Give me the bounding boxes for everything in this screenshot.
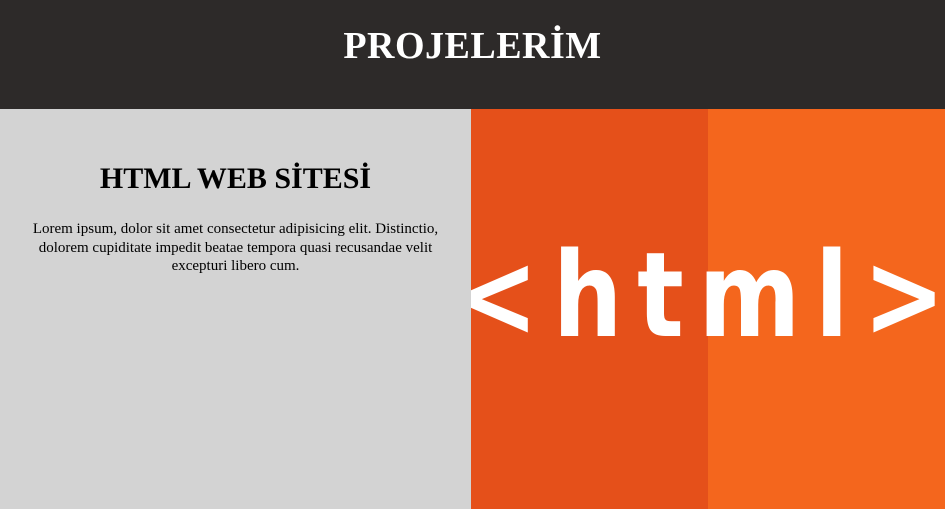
project-card: HTML WEB SİTESİ Lorem ipsum, dolor sit a…: [0, 109, 945, 509]
project-title: HTML WEB SİTESİ: [99, 162, 372, 195]
project-info: HTML WEB SİTESİ Lorem ipsum, dolor sit a…: [0, 109, 471, 509]
page-title: PROJELERİM: [343, 24, 602, 67]
project-image: <html>: [471, 109, 945, 509]
page-header: PROJELERİM: [0, 0, 945, 109]
html-logo-image: <html>: [471, 109, 945, 509]
project-description: Lorem ipsum, dolor sit amet consectetur …: [32, 221, 439, 274]
html-logo-text: <html>: [471, 227, 945, 364]
